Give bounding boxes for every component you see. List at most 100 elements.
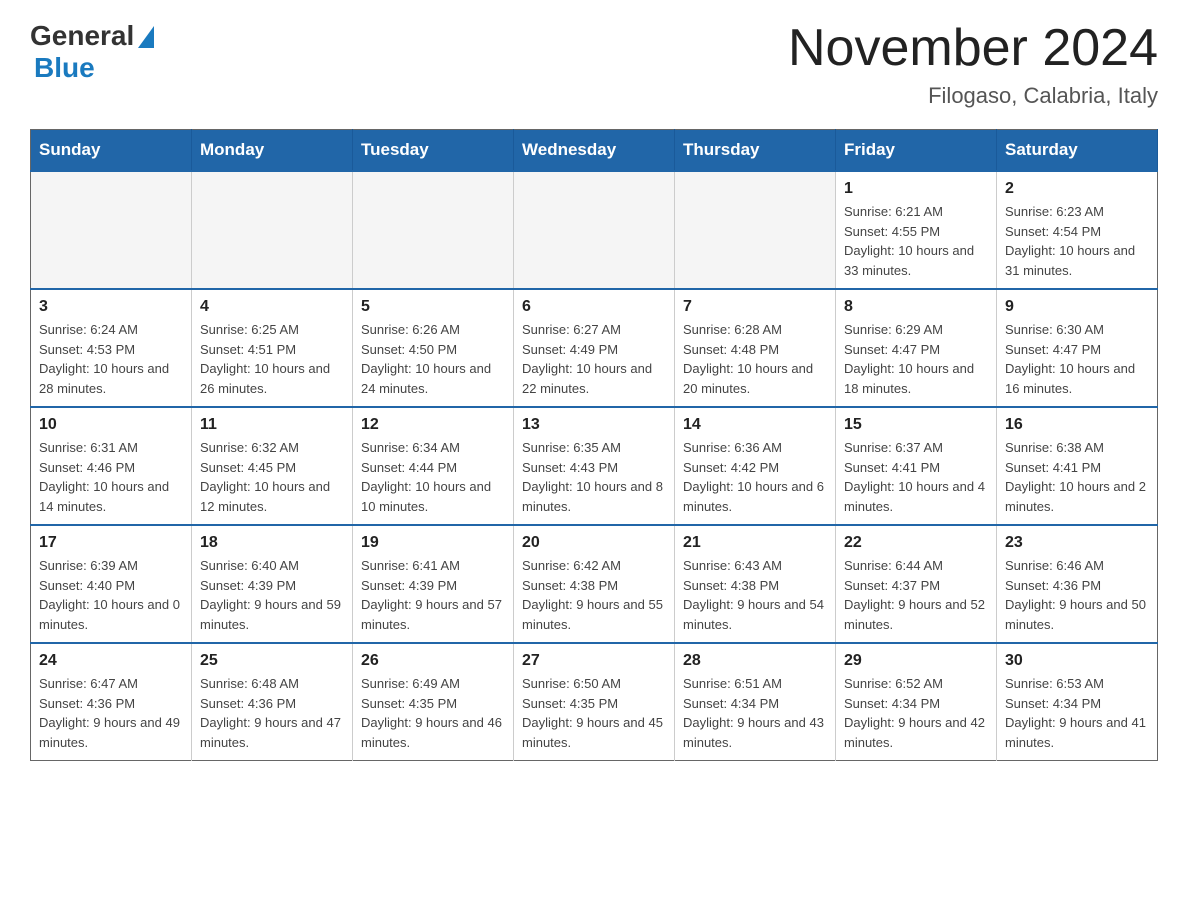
page-header: General Blue November 2024 Filogaso, Cal… <box>30 20 1158 109</box>
day-number: 4 <box>200 298 344 316</box>
day-number: 10 <box>39 416 183 434</box>
main-title: November 2024 <box>788 20 1158 77</box>
calendar-cell: 14Sunrise: 6:36 AMSunset: 4:42 PMDayligh… <box>675 407 836 525</box>
logo-triangle-icon <box>138 26 154 48</box>
day-info: Sunrise: 6:41 AMSunset: 4:39 PMDaylight:… <box>361 556 505 634</box>
calendar-cell: 4 Sunrise: 6:25 AMSunset: 4:51 PMDaylight… <box>192 289 353 407</box>
day-info: Sunrise: 6:27 AMSunset: 4:49 PMDaylight:… <box>522 320 666 398</box>
day-number: 14 <box>683 416 827 434</box>
calendar-cell: 24 Sunrise: 6:47 AMSunset: 4:36 PMDayligh… <box>31 643 192 761</box>
day-info: Sunrise: 6:21 AMSunset: 4:55 PMDaylight:… <box>844 202 988 280</box>
day-number: 21 <box>683 534 827 552</box>
calendar-cell: 22 Sunrise: 6:44 AMSunset: 4:37 PMDayligh… <box>836 525 997 643</box>
day-number: 28 <box>683 652 827 670</box>
day-info: Sunrise: 6:43 AMSunset: 4:38 PMDaylight:… <box>683 556 827 634</box>
day-number: 6 <box>522 298 666 316</box>
logo: General Blue <box>30 20 154 84</box>
day-number: 25 <box>200 652 344 670</box>
calendar-cell: 15Sunrise: 6:37 AMSunset: 4:41 PMDayligh… <box>836 407 997 525</box>
day-info: Sunrise: 6:49 AMSunset: 4:35 PMDaylight:… <box>361 674 505 752</box>
calendar-cell: 6 Sunrise: 6:27 AMSunset: 4:49 PMDaylight… <box>514 289 675 407</box>
day-info: Sunrise: 6:48 AMSunset: 4:36 PMDaylight:… <box>200 674 344 752</box>
day-number: 15 <box>844 416 988 434</box>
calendar-cell: 28Sunrise: 6:51 AMSunset: 4:34 PMDayligh… <box>675 643 836 761</box>
day-number: 26 <box>361 652 505 670</box>
day-info: Sunrise: 6:30 AMSunset: 4:47 PMDaylight:… <box>1005 320 1149 398</box>
day-number: 22 <box>844 534 988 552</box>
day-info: Sunrise: 6:40 AMSunset: 4:39 PMDaylight:… <box>200 556 344 634</box>
calendar-cell: 1 Sunrise: 6:21 AMSunset: 4:55 PMDaylight… <box>836 171 997 289</box>
calendar-cell <box>192 171 353 289</box>
calendar-cell: 13 Sunrise: 6:35 AMSunset: 4:43 PMDayligh… <box>514 407 675 525</box>
day-info: Sunrise: 6:28 AMSunset: 4:48 PMDaylight:… <box>683 320 827 398</box>
logo-blue-text: Blue <box>34 52 95 84</box>
weekday-header-monday: Monday <box>192 130 353 172</box>
day-number: 5 <box>361 298 505 316</box>
calendar-table: SundayMondayTuesdayWednesdayThursdayFrid… <box>30 129 1158 761</box>
calendar-week-5: 24 Sunrise: 6:47 AMSunset: 4:36 PMDayligh… <box>31 643 1158 761</box>
calendar-cell <box>514 171 675 289</box>
weekday-header-tuesday: Tuesday <box>353 130 514 172</box>
calendar-cell: 10Sunrise: 6:31 AMSunset: 4:46 PMDayligh… <box>31 407 192 525</box>
day-number: 27 <box>522 652 666 670</box>
calendar-header-row: SundayMondayTuesdayWednesdayThursdayFrid… <box>31 130 1158 172</box>
day-number: 12 <box>361 416 505 434</box>
logo-general-text: General <box>30 20 134 52</box>
calendar-cell: 25 Sunrise: 6:48 AMSunset: 4:36 PMDayligh… <box>192 643 353 761</box>
calendar-week-1: 1 Sunrise: 6:21 AMSunset: 4:55 PMDaylight… <box>31 171 1158 289</box>
weekday-header-sunday: Sunday <box>31 130 192 172</box>
day-number: 16 <box>1005 416 1149 434</box>
weekday-header-friday: Friday <box>836 130 997 172</box>
calendar-cell <box>31 171 192 289</box>
calendar-cell: 17Sunrise: 6:39 AMSunset: 4:40 PMDayligh… <box>31 525 192 643</box>
day-number: 13 <box>522 416 666 434</box>
day-number: 23 <box>1005 534 1149 552</box>
day-info: Sunrise: 6:39 AMSunset: 4:40 PMDaylight:… <box>39 556 183 634</box>
day-number: 2 <box>1005 180 1149 198</box>
calendar-cell: 18 Sunrise: 6:40 AMSunset: 4:39 PMDayligh… <box>192 525 353 643</box>
calendar-cell: 20 Sunrise: 6:42 AMSunset: 4:38 PMDayligh… <box>514 525 675 643</box>
calendar-cell: 2 Sunrise: 6:23 AMSunset: 4:54 PMDaylight… <box>997 171 1158 289</box>
calendar-cell: 21 Sunrise: 6:43 AMSunset: 4:38 PMDayligh… <box>675 525 836 643</box>
day-number: 18 <box>200 534 344 552</box>
day-info: Sunrise: 6:52 AMSunset: 4:34 PMDaylight:… <box>844 674 988 752</box>
calendar-week-2: 3Sunrise: 6:24 AMSunset: 4:53 PMDaylight… <box>31 289 1158 407</box>
subtitle: Filogaso, Calabria, Italy <box>788 83 1158 109</box>
calendar-cell: 27 Sunrise: 6:50 AMSunset: 4:35 PMDayligh… <box>514 643 675 761</box>
day-info: Sunrise: 6:29 AMSunset: 4:47 PMDaylight:… <box>844 320 988 398</box>
day-number: 19 <box>361 534 505 552</box>
day-number: 1 <box>844 180 988 198</box>
weekday-header-thursday: Thursday <box>675 130 836 172</box>
day-info: Sunrise: 6:23 AMSunset: 4:54 PMDaylight:… <box>1005 202 1149 280</box>
day-number: 11 <box>200 416 344 434</box>
calendar-week-3: 10Sunrise: 6:31 AMSunset: 4:46 PMDayligh… <box>31 407 1158 525</box>
calendar-cell: 8Sunrise: 6:29 AMSunset: 4:47 PMDaylight… <box>836 289 997 407</box>
day-info: Sunrise: 6:32 AMSunset: 4:45 PMDaylight:… <box>200 438 344 516</box>
calendar-cell: 23 Sunrise: 6:46 AMSunset: 4:36 PMDayligh… <box>997 525 1158 643</box>
day-info: Sunrise: 6:50 AMSunset: 4:35 PMDaylight:… <box>522 674 666 752</box>
calendar-cell: 16 Sunrise: 6:38 AMSunset: 4:41 PMDayligh… <box>997 407 1158 525</box>
calendar-cell: 11 Sunrise: 6:32 AMSunset: 4:45 PMDayligh… <box>192 407 353 525</box>
day-info: Sunrise: 6:53 AMSunset: 4:34 PMDaylight:… <box>1005 674 1149 752</box>
day-info: Sunrise: 6:34 AMSunset: 4:44 PMDaylight:… <box>361 438 505 516</box>
calendar-cell: 5Sunrise: 6:26 AMSunset: 4:50 PMDaylight… <box>353 289 514 407</box>
calendar-cell: 30 Sunrise: 6:53 AMSunset: 4:34 PMDayligh… <box>997 643 1158 761</box>
calendar-cell: 7 Sunrise: 6:28 AMSunset: 4:48 PMDaylight… <box>675 289 836 407</box>
day-number: 24 <box>39 652 183 670</box>
day-info: Sunrise: 6:46 AMSunset: 4:36 PMDaylight:… <box>1005 556 1149 634</box>
day-info: Sunrise: 6:44 AMSunset: 4:37 PMDaylight:… <box>844 556 988 634</box>
calendar-cell <box>675 171 836 289</box>
calendar-cell: 9Sunrise: 6:30 AMSunset: 4:47 PMDaylight… <box>997 289 1158 407</box>
day-info: Sunrise: 6:25 AMSunset: 4:51 PMDaylight:… <box>200 320 344 398</box>
day-number: 7 <box>683 298 827 316</box>
day-number: 20 <box>522 534 666 552</box>
day-info: Sunrise: 6:38 AMSunset: 4:41 PMDaylight:… <box>1005 438 1149 516</box>
calendar-week-4: 17Sunrise: 6:39 AMSunset: 4:40 PMDayligh… <box>31 525 1158 643</box>
day-info: Sunrise: 6:42 AMSunset: 4:38 PMDaylight:… <box>522 556 666 634</box>
day-number: 30 <box>1005 652 1149 670</box>
calendar-cell <box>353 171 514 289</box>
calendar-cell: 29Sunrise: 6:52 AMSunset: 4:34 PMDayligh… <box>836 643 997 761</box>
day-number: 3 <box>39 298 183 316</box>
day-info: Sunrise: 6:47 AMSunset: 4:36 PMDaylight:… <box>39 674 183 752</box>
day-info: Sunrise: 6:35 AMSunset: 4:43 PMDaylight:… <box>522 438 666 516</box>
